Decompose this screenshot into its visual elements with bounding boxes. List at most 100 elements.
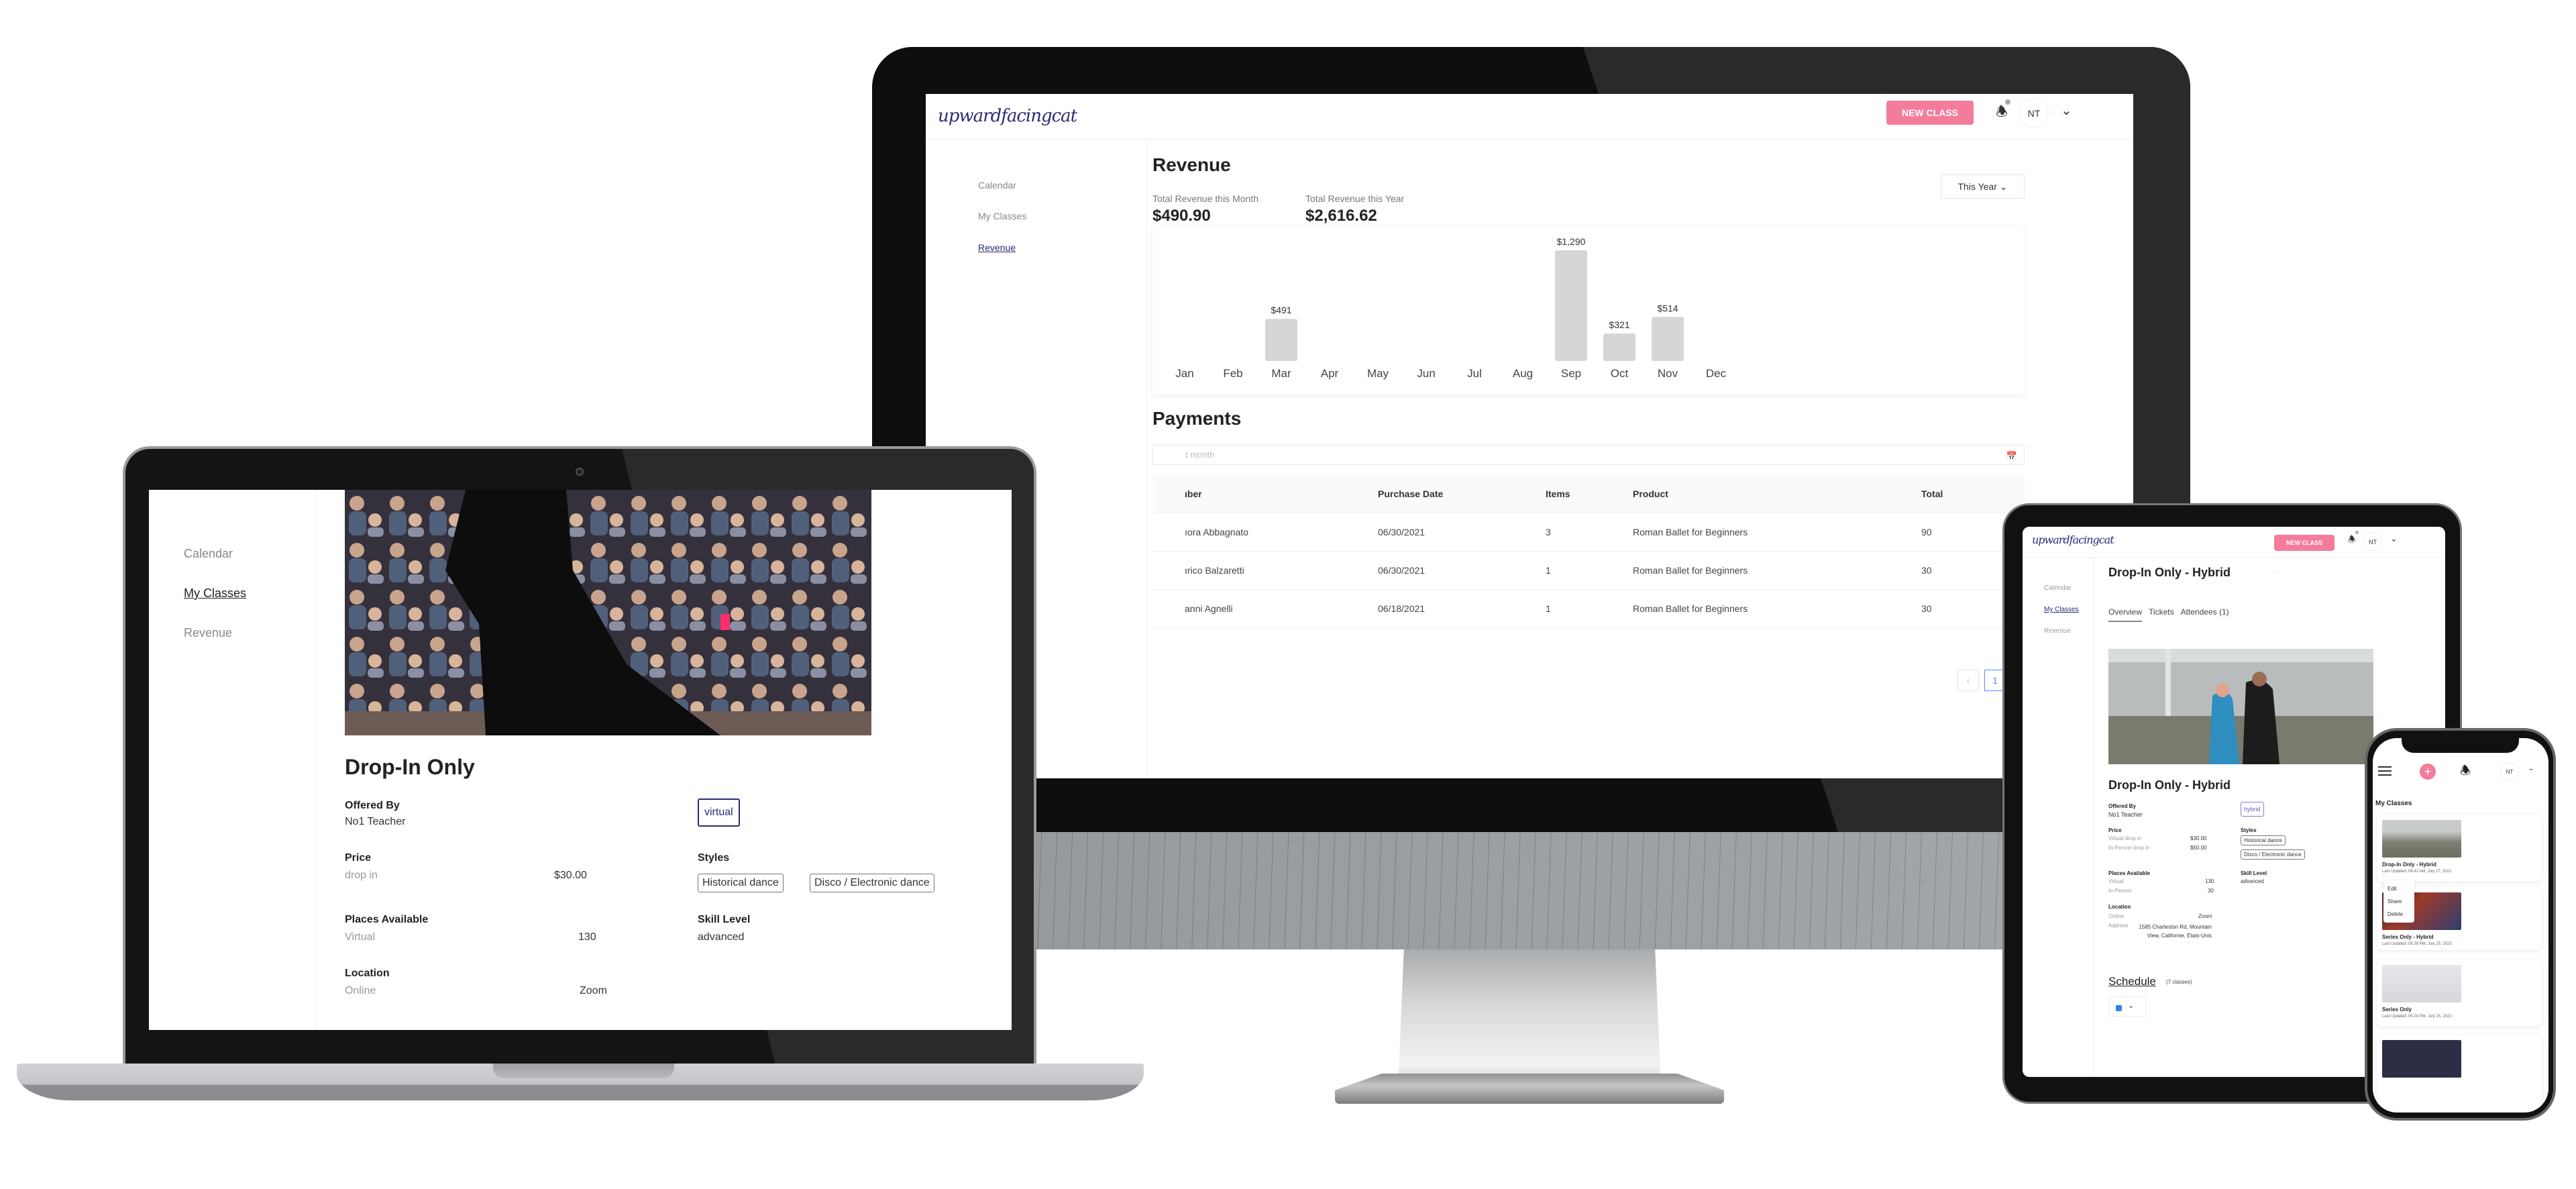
x-tick-mar: Mar — [1271, 367, 1291, 380]
column-header[interactable]: ıber — [1152, 475, 1367, 513]
class-card[interactable]: Series Only Last Updated: 05:24 PM, July… — [2377, 960, 2542, 1027]
year-revenue-value: $2,616.62 — [1305, 207, 1377, 225]
places-label: Places Available — [345, 914, 429, 925]
skill-level-value: advanced — [698, 931, 745, 943]
period-select[interactable]: This Year ⌄ — [1941, 174, 2025, 199]
offered-by-value[interactable]: No1 Teacher — [2108, 811, 2143, 818]
x-tick-nov: Nov — [1658, 367, 1678, 380]
menu-item-share[interactable]: Share — [2387, 895, 2410, 908]
style-tag: Disco / Electronic dance — [2241, 849, 2305, 860]
table-row[interactable]: ırico Balzaretti 06/30/2021 1 Roman Ball… — [1152, 551, 2025, 590]
data-label-mar: $491 — [1271, 305, 1291, 315]
location-label: Location — [2108, 904, 2131, 910]
chevron-down-icon[interactable]: ⌄ — [2528, 765, 2534, 772]
cell-member: ıora Abbagnato — [1152, 513, 1367, 552]
schedule-heading: Schedule — [2108, 975, 2156, 988]
places-value: 130 — [578, 931, 596, 943]
ellipsis-icon[interactable]: ⋯ — [2272, 568, 2279, 576]
x-tick-jun: Jun — [1417, 367, 1435, 380]
brand-logo[interactable]: upwardfacingcat — [938, 106, 1077, 126]
x-tick-jan: Jan — [1175, 367, 1193, 380]
cell-product: Roman Ballet for Beginners — [1622, 513, 1911, 552]
chevron-down-icon[interactable]: ⌄ — [2061, 102, 2072, 119]
column-header[interactable]: Product — [1622, 475, 1911, 513]
more-options-icon[interactable]: ⋯ — [2382, 874, 2386, 878]
sidebar-item-revenue[interactable]: Revenue — [978, 242, 1016, 253]
menu-item-delete[interactable]: Delete — [2387, 908, 2410, 921]
sidebar-item-revenue[interactable]: Revenue — [184, 626, 232, 640]
chevron-down-icon[interactable]: ⌄ — [2390, 533, 2398, 544]
date-filter-placeholder: t month — [1185, 450, 1215, 460]
payments-table: ıber Purchase Date Items Product Total ı… — [1152, 475, 2025, 628]
cell-product: Roman Ballet for Beginners — [1622, 589, 1911, 628]
schedule-count: (7 classes) — [2166, 979, 2192, 985]
places-name: In-Person — [2108, 888, 2132, 894]
sidebar-item-calendar[interactable]: Calendar — [2044, 584, 2072, 592]
style-tag: Historical dance — [698, 874, 784, 892]
class-photo — [2108, 649, 2373, 764]
plus-icon[interactable]: + — [2420, 764, 2436, 780]
avatar[interactable]: NT — [2019, 98, 2049, 127]
table-row[interactable]: anni Agnelli 06/18/2021 1 Roman Ballet f… — [1152, 589, 2025, 628]
bell-icon[interactable]: 🕭 — [2348, 531, 2359, 548]
cell-date: 06/18/2021 — [1367, 589, 1535, 628]
menu-item-edit[interactable]: Edit — [2387, 882, 2410, 895]
sidebar-item-calendar[interactable]: Calendar — [978, 180, 1016, 191]
sidebar-item-my-classes[interactable]: My Classes — [184, 586, 246, 601]
x-tick-apr: Apr — [1321, 367, 1339, 380]
bar-mar[interactable] — [1265, 319, 1297, 361]
tab-tickets[interactable]: Tickets — [2149, 607, 2174, 622]
class-card[interactable] — [2377, 1035, 2542, 1113]
styles-label: Styles — [698, 852, 730, 864]
month-revenue-value: $490.90 — [1152, 207, 1211, 225]
tab-attendees[interactable]: Attendees (1) — [2181, 607, 2229, 622]
chevron-down-icon[interactable]: ⌄ — [2128, 1001, 2134, 1010]
skill-level-label: Skill Level — [698, 914, 751, 925]
skill-level-value: advanced — [2241, 878, 2264, 884]
column-header[interactable]: Items — [1535, 475, 1622, 513]
bar-oct[interactable] — [1603, 333, 1635, 361]
section-title: My Classes — [2375, 800, 2412, 807]
prev-page-button[interactable]: ‹ — [1957, 670, 1979, 691]
sidebar-item-my-classes[interactable]: My Classes — [2044, 606, 2079, 613]
tab-overview[interactable]: Overview — [2108, 607, 2143, 622]
class-card[interactable]: Drop-In Only - Hybrid Last Updated: 06:4… — [2377, 815, 2542, 882]
period-select-value: This Year — [1957, 181, 1997, 192]
bar-sep[interactable] — [1555, 250, 1587, 361]
sidebar-item-calendar[interactable]: Calendar — [184, 547, 233, 561]
mode-tag: virtual — [698, 798, 740, 827]
address-label: Address — [2108, 923, 2129, 929]
avatar[interactable]: NT — [2500, 762, 2519, 781]
new-class-button[interactable]: NEW CLASS — [1886, 101, 1974, 125]
new-class-button[interactable]: NEW CLASS — [2274, 535, 2334, 551]
column-header[interactable]: Total — [1911, 475, 2025, 513]
calendar-icon[interactable]: 📅 — [2006, 447, 2017, 466]
table-header-row: ıber Purchase Date Items Product Total — [1152, 475, 2025, 513]
schedule-bulk-select[interactable]: ⌄ — [2108, 996, 2146, 1017]
sidebar-item-my-classes[interactable]: My Classes — [978, 211, 1026, 221]
brand-logo[interactable]: upwardfacingcat — [2032, 533, 2114, 546]
styles-label: Styles — [2241, 827, 2257, 833]
class-card-updated: Last Updated: 05:24 PM, July 25, 2022 — [2382, 1015, 2452, 1019]
price-value: $30.00 — [554, 870, 587, 881]
offered-by-value[interactable]: No1 Teacher — [345, 816, 405, 828]
checkbox-checked-icon[interactable] — [2116, 1005, 2122, 1011]
x-tick-dec: Dec — [1706, 367, 1727, 380]
bar-nov[interactable] — [1652, 317, 1684, 361]
bell-icon[interactable]: 🕭 — [2460, 762, 2471, 782]
class-card-title: Series Only — [2382, 1006, 2412, 1013]
cell-product: Roman Ballet for Beginners — [1622, 551, 1911, 590]
table-row[interactable]: ıora Abbagnato 06/30/2021 3 Roman Ballet… — [1152, 513, 2025, 552]
avatar[interactable]: NT — [2363, 532, 2382, 551]
date-filter-input[interactable]: t month 📅 — [1152, 445, 2025, 465]
sidebar-item-revenue[interactable]: Revenue — [2044, 627, 2071, 635]
year-revenue-label: Total Revenue this Year — [1305, 193, 1405, 204]
x-tick-aug: Aug — [1513, 367, 1533, 380]
monitor-screen: upwardfacingcat NEW CLASS 🕭 NT ⌄ Calenda… — [926, 94, 2133, 778]
bell-icon[interactable]: 🕭 — [1996, 99, 2010, 125]
hamburger-icon[interactable] — [2378, 766, 2392, 776]
class-thumbnail — [2382, 1040, 2461, 1078]
location-value: Zoom — [580, 985, 607, 996]
column-header[interactable]: Purchase Date — [1367, 475, 1535, 513]
price-label: Price — [345, 852, 372, 864]
